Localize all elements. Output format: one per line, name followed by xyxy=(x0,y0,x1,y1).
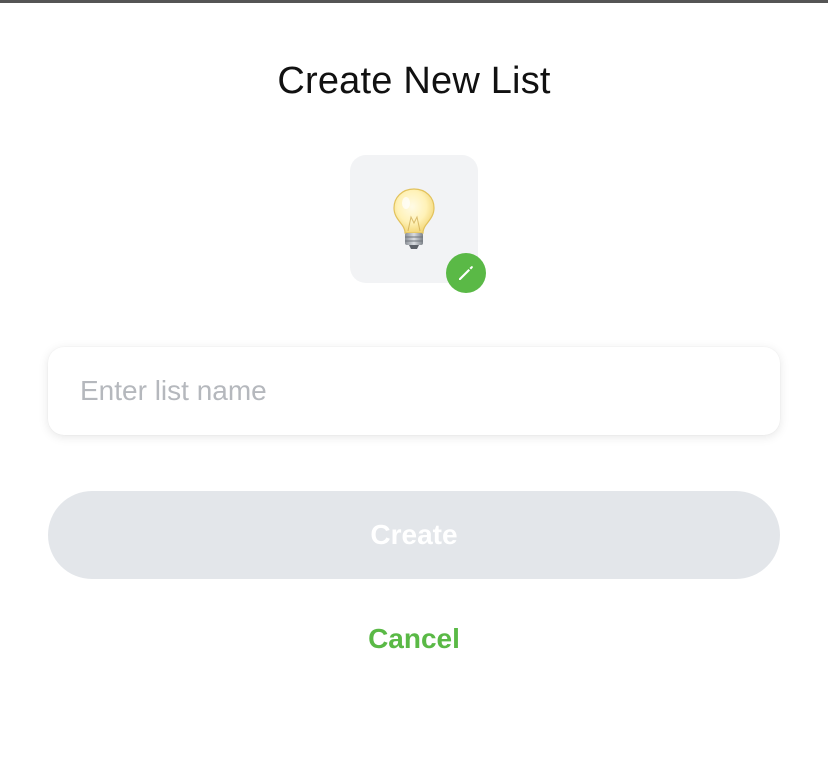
list-name-input[interactable] xyxy=(48,347,780,435)
edit-icon-button[interactable] xyxy=(446,253,486,293)
create-button[interactable]: Create xyxy=(48,491,780,579)
list-name-field xyxy=(48,347,780,435)
light-bulb-icon xyxy=(393,188,435,249)
pencil-icon xyxy=(459,266,473,280)
create-list-dialog: Create New List Enter list name Create C… xyxy=(0,3,828,763)
dialog-title: Create New List xyxy=(277,60,551,102)
cancel-button[interactable]: Cancel xyxy=(314,615,514,663)
